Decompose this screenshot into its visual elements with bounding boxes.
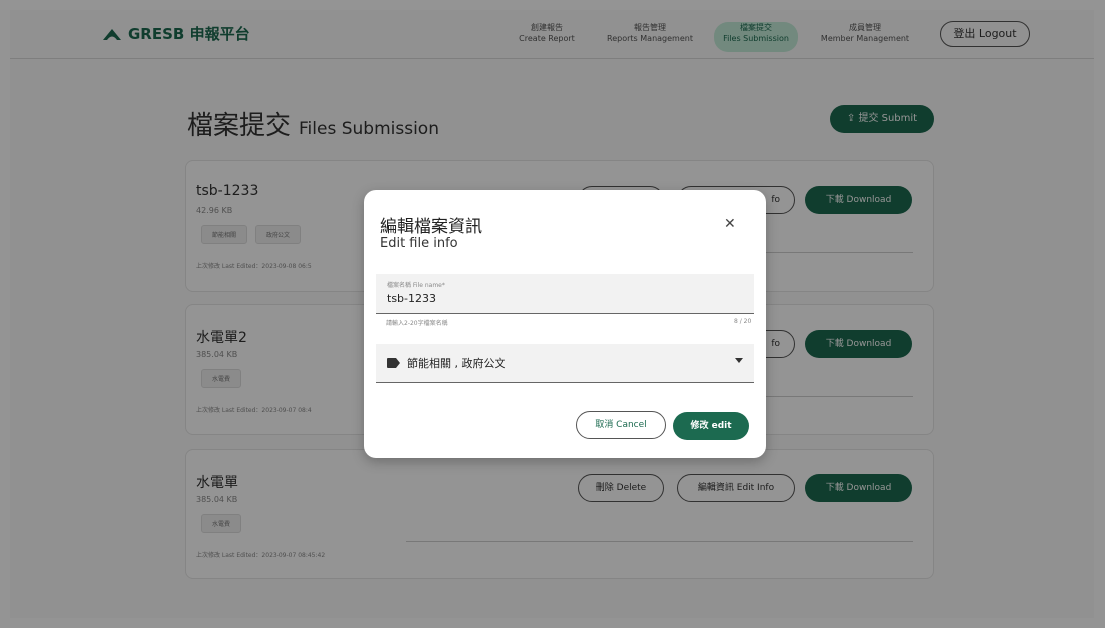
cancel-button[interactable]: 取消 Cancel bbox=[576, 411, 666, 439]
file-name-hint: 請輸入2-20字檔案名稱 bbox=[386, 320, 448, 327]
dialog-title-zh: 編輯檔案資訊 bbox=[380, 217, 482, 237]
caret-down-icon bbox=[735, 358, 743, 363]
dialog-title-en: Edit file info bbox=[380, 236, 458, 251]
file-name-field[interactable]: 檔案名稱 File name* bbox=[376, 274, 754, 314]
tags-select-value: 節能相關 , 政府公文 bbox=[407, 357, 506, 370]
edit-file-dialog: 編輯檔案資訊 Edit file info ✕ 檔案名稱 File name* … bbox=[364, 190, 766, 458]
char-counter: 8 / 20 bbox=[734, 318, 752, 325]
file-name-input[interactable] bbox=[387, 292, 727, 305]
tags-select[interactable]: 節能相關 , 政府公文 bbox=[376, 344, 754, 383]
confirm-edit-button[interactable]: 修改 edit bbox=[673, 412, 749, 440]
close-icon[interactable]: ✕ bbox=[724, 216, 736, 232]
file-name-label: 檔案名稱 File name* bbox=[387, 282, 445, 289]
label-icon bbox=[387, 358, 400, 368]
